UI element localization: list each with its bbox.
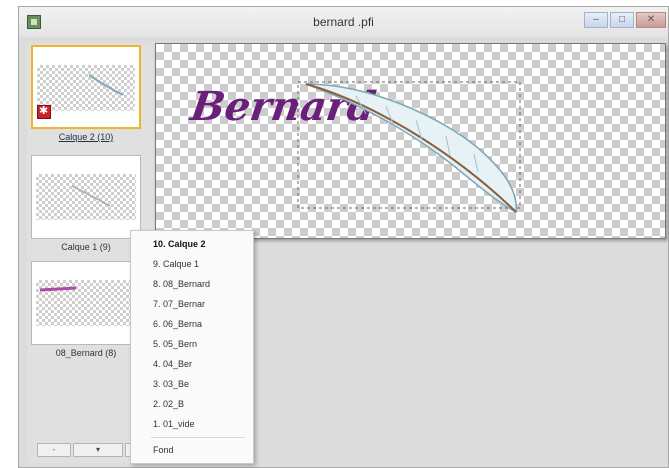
menu-item-layer[interactable]: 4. 04_Ber: [153, 359, 192, 369]
layer-thumb-calque-2[interactable]: Calque 2 (10): [31, 45, 141, 142]
window-controls: – □ ✕: [584, 12, 666, 28]
layer-thumbnail[interactable]: [31, 45, 141, 129]
menu-item-layer[interactable]: 10. Calque 2: [153, 239, 206, 249]
feather-mini-icon: [71, 185, 111, 207]
thumbnail-preview: [36, 174, 136, 220]
menu-item-layer[interactable]: 3. 03_Be: [153, 379, 189, 389]
menu-item-background[interactable]: Fond: [153, 445, 174, 455]
menu-item-layer[interactable]: 6. 06_Berna: [153, 319, 202, 329]
window-title: bernard .pfi: [313, 15, 374, 29]
layer-dropdown-menu: 10. Calque 2 9. Calque 1 8. 08_Bernard 7…: [130, 230, 254, 464]
layer-label: Calque 2 (10): [58, 132, 114, 142]
menu-item-layer[interactable]: 7. 07_Bernar: [153, 299, 205, 309]
canvas-artwork: Bernard: [187, 81, 521, 214]
layer-thumb-08-bernard[interactable]: 08_Bernard (8): [31, 261, 141, 358]
image-canvas[interactable]: Bernard: [155, 43, 666, 239]
title-bar[interactable]: bernard .pfi – □ ✕: [19, 7, 668, 37]
thumbnail-preview: [36, 280, 136, 326]
document-window: bernard .pfi – □ ✕ Calque 2 (10): [18, 6, 669, 468]
feather-mini-icon: [88, 74, 124, 96]
layer-thumb-calque-1[interactable]: Calque 1 (9): [31, 155, 141, 252]
layer-label: 08_Bernard (8): [55, 348, 117, 358]
scroll-left-button[interactable]: -: [37, 443, 71, 457]
minimize-button[interactable]: –: [584, 12, 608, 28]
layer-link-icon[interactable]: [37, 104, 51, 119]
layer-label: Calque 1 (9): [61, 242, 111, 252]
thumbnail-preview: [37, 65, 135, 111]
menu-item-layer[interactable]: 2. 02_B: [153, 399, 184, 409]
menu-item-layer[interactable]: 5. 05_Bern: [153, 339, 197, 349]
layer-thumbnail[interactable]: [31, 261, 141, 345]
menu-item-layer[interactable]: 9. Calque 1: [153, 259, 199, 269]
bernard-mini-text: [39, 286, 77, 292]
menu-separator: [151, 437, 245, 438]
close-button[interactable]: ✕: [636, 12, 666, 28]
menu-item-layer[interactable]: 8. 08_Bernard: [153, 279, 210, 289]
scroll-menu-button[interactable]: ▾: [73, 443, 123, 457]
maximize-button[interactable]: □: [610, 12, 634, 28]
menu-item-layer[interactable]: 1. 01_vide: [153, 419, 195, 429]
layer-thumbnail[interactable]: [31, 155, 141, 239]
